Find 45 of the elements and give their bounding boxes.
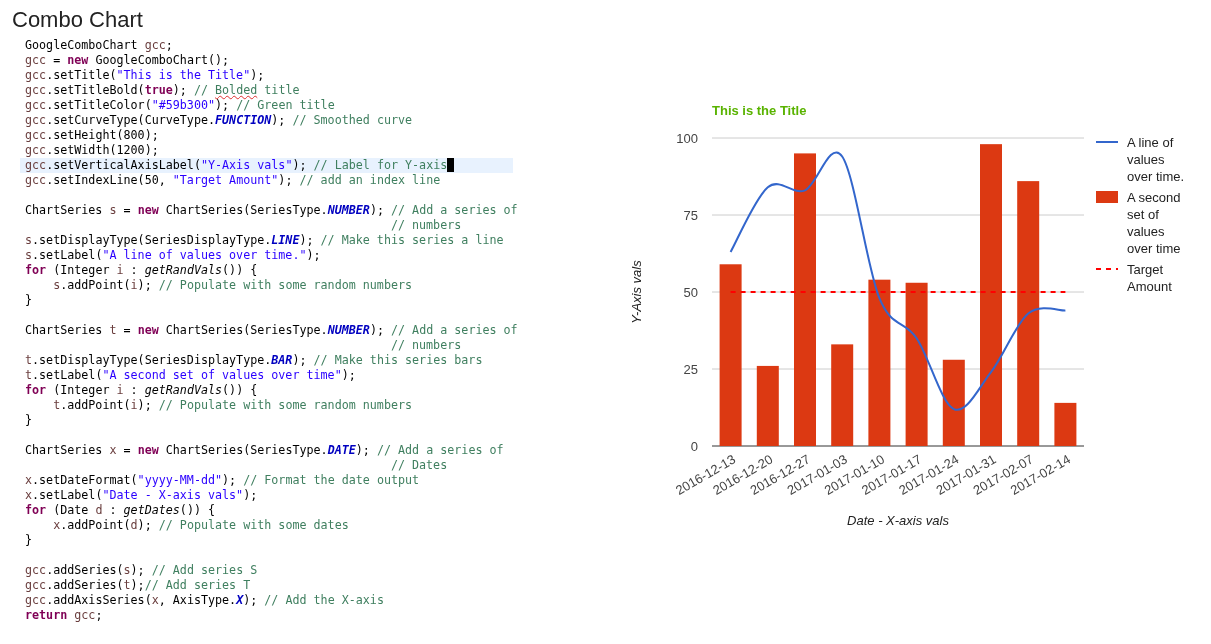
code-line: x.setLabel("Date - X-axis vals"); [24,488,259,503]
legend-label: Target Amount [1127,261,1173,295]
y-tick-label: 25 [683,362,698,377]
code-line: gcc.setCurveType(CurveType.FUNCTION); // Smoothed curve [24,113,414,128]
code-line: gcc = new GoogleComboChart(); [24,53,231,68]
code-line: // numbers [389,338,463,353]
code-line: s.setDisplayType(SeriesDisplayType.LINE); // Make this series a line [24,233,505,248]
y-tick-label: 100 [676,131,698,146]
code-line: for (Integer i : getRandVals()) { [24,263,259,278]
code-line: ChartSeries x = new ChartSeries(SeriesType.DATE); // Add a series of [24,443,505,458]
code-line: gcc.setHeight(800); [24,128,160,143]
code-line: t.setLabel("A second set of values over time"); [24,368,357,383]
code-line: } [24,413,34,428]
code-line: } [24,533,34,548]
code-line: } [24,293,34,308]
code-line: gcc.addSeries(s); // Add series S [24,563,259,578]
legend-label: A line of values over time. [1127,134,1186,185]
code-line: x.addPoint(d); // Populate with some dates [52,518,350,533]
y-tick-label: 75 [683,208,698,223]
y-axis-title: Y-Axis vals [629,260,644,324]
code-line: return gcc; [24,608,104,623]
page-title: Combo Chart [11,6,144,33]
code-line: gcc.setIndexLine(50, "Target Amount"); // add an index line [24,173,442,188]
code-line: gcc.setTitleBold(true); // Bolded title [24,83,301,98]
legend-label: A second set of values over time [1127,189,1182,257]
text-cursor [447,158,455,172]
y-tick-label: 0 [690,439,698,454]
code-line: GoogleComboChart gcc; [24,38,174,53]
code-line: t.setDisplayType(SeriesDisplayType.BAR); // Make this series bars [24,353,484,368]
code-line: gcc.setWidth(1200); [24,143,160,158]
code-line: for (Date d : getDates()) { [24,503,217,518]
code-line: gcc.addAxisSeries(x, AxisType.X); // Add the X-axis [24,593,385,608]
code-line: s.setLabel("A line of values over time."); [24,248,322,263]
x-axis-title: Date - X-axis vals [847,513,949,528]
code-line: gcc.addSeries(t);// Add series T [24,578,252,593]
code-line: for (Integer i : getRandVals()) { [24,383,259,398]
code-line: // numbers [389,218,463,233]
code-line: x.setDateFormat("yyyy-MM-dd"); // Format the date output [24,473,421,488]
code-line: // Dates [389,458,449,473]
y-tick-label: 50 [683,285,698,300]
code-line: s.addPoint(i); // Populate with some random numbers [52,278,414,293]
code-line: t.addPoint(i); // Populate with some random numbers [52,398,414,413]
code-line: gcc.setTitle("This is the Title"); [24,68,266,83]
code-line: gcc.setTitleColor("#59b300"); // Green title [24,98,336,113]
chart-title: This is the Title [712,103,807,118]
